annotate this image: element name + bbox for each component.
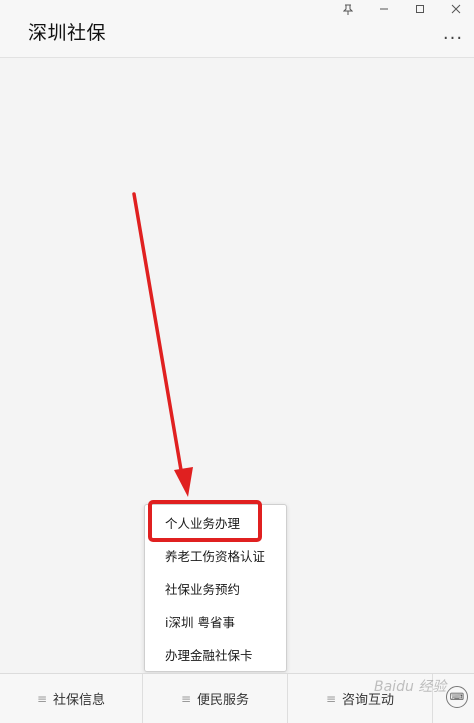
tab-social-info[interactable]: ≡ 社保信息	[0, 674, 142, 723]
tab-label: 便民服务	[196, 693, 249, 708]
menu-item-personal-business[interactable]: 个人业务办理	[145, 507, 286, 540]
tab-label: 咨询互动	[341, 693, 394, 708]
tab-label: 社保信息	[52, 693, 105, 708]
app-title: 深圳社保	[28, 22, 107, 44]
title-bar: 深圳社保 ...	[0, 0, 474, 58]
menu-lines-icon: ≡	[325, 691, 337, 706]
bottom-tab-bar: ≡ 社保信息 ≡ 便民服务 ≡ 咨询互动 ⌨ Baidu 经验	[0, 673, 474, 723]
pin-icon[interactable]	[330, 0, 366, 18]
window-controls	[330, 0, 474, 18]
more-options-button[interactable]: ...	[442, 25, 464, 43]
minimize-icon[interactable]	[366, 0, 402, 18]
keyboard-icon[interactable]: ⌨	[446, 686, 468, 708]
menu-item-appointment[interactable]: 社保业务预约	[145, 573, 286, 606]
tab-consult[interactable]: ≡ 咨询互动	[288, 674, 432, 723]
maximize-icon[interactable]	[402, 0, 438, 18]
menu-item-pension-injury-cert[interactable]: 养老工伤资格认证	[145, 540, 286, 573]
menu-item-ishenzhen[interactable]: i深圳 粤省事	[145, 606, 286, 639]
popup-menu: 个人业务办理 养老工伤资格认证 社保业务预约 i深圳 粤省事 办理金融社保卡	[144, 504, 287, 672]
tab-convenience[interactable]: ≡ 便民服务	[143, 674, 287, 723]
close-icon[interactable]	[438, 0, 474, 18]
tab-divider	[432, 674, 433, 723]
menu-lines-icon: ≡	[36, 691, 48, 706]
menu-item-financial-card[interactable]: 办理金融社保卡	[145, 639, 286, 672]
menu-lines-icon: ≡	[180, 691, 192, 706]
